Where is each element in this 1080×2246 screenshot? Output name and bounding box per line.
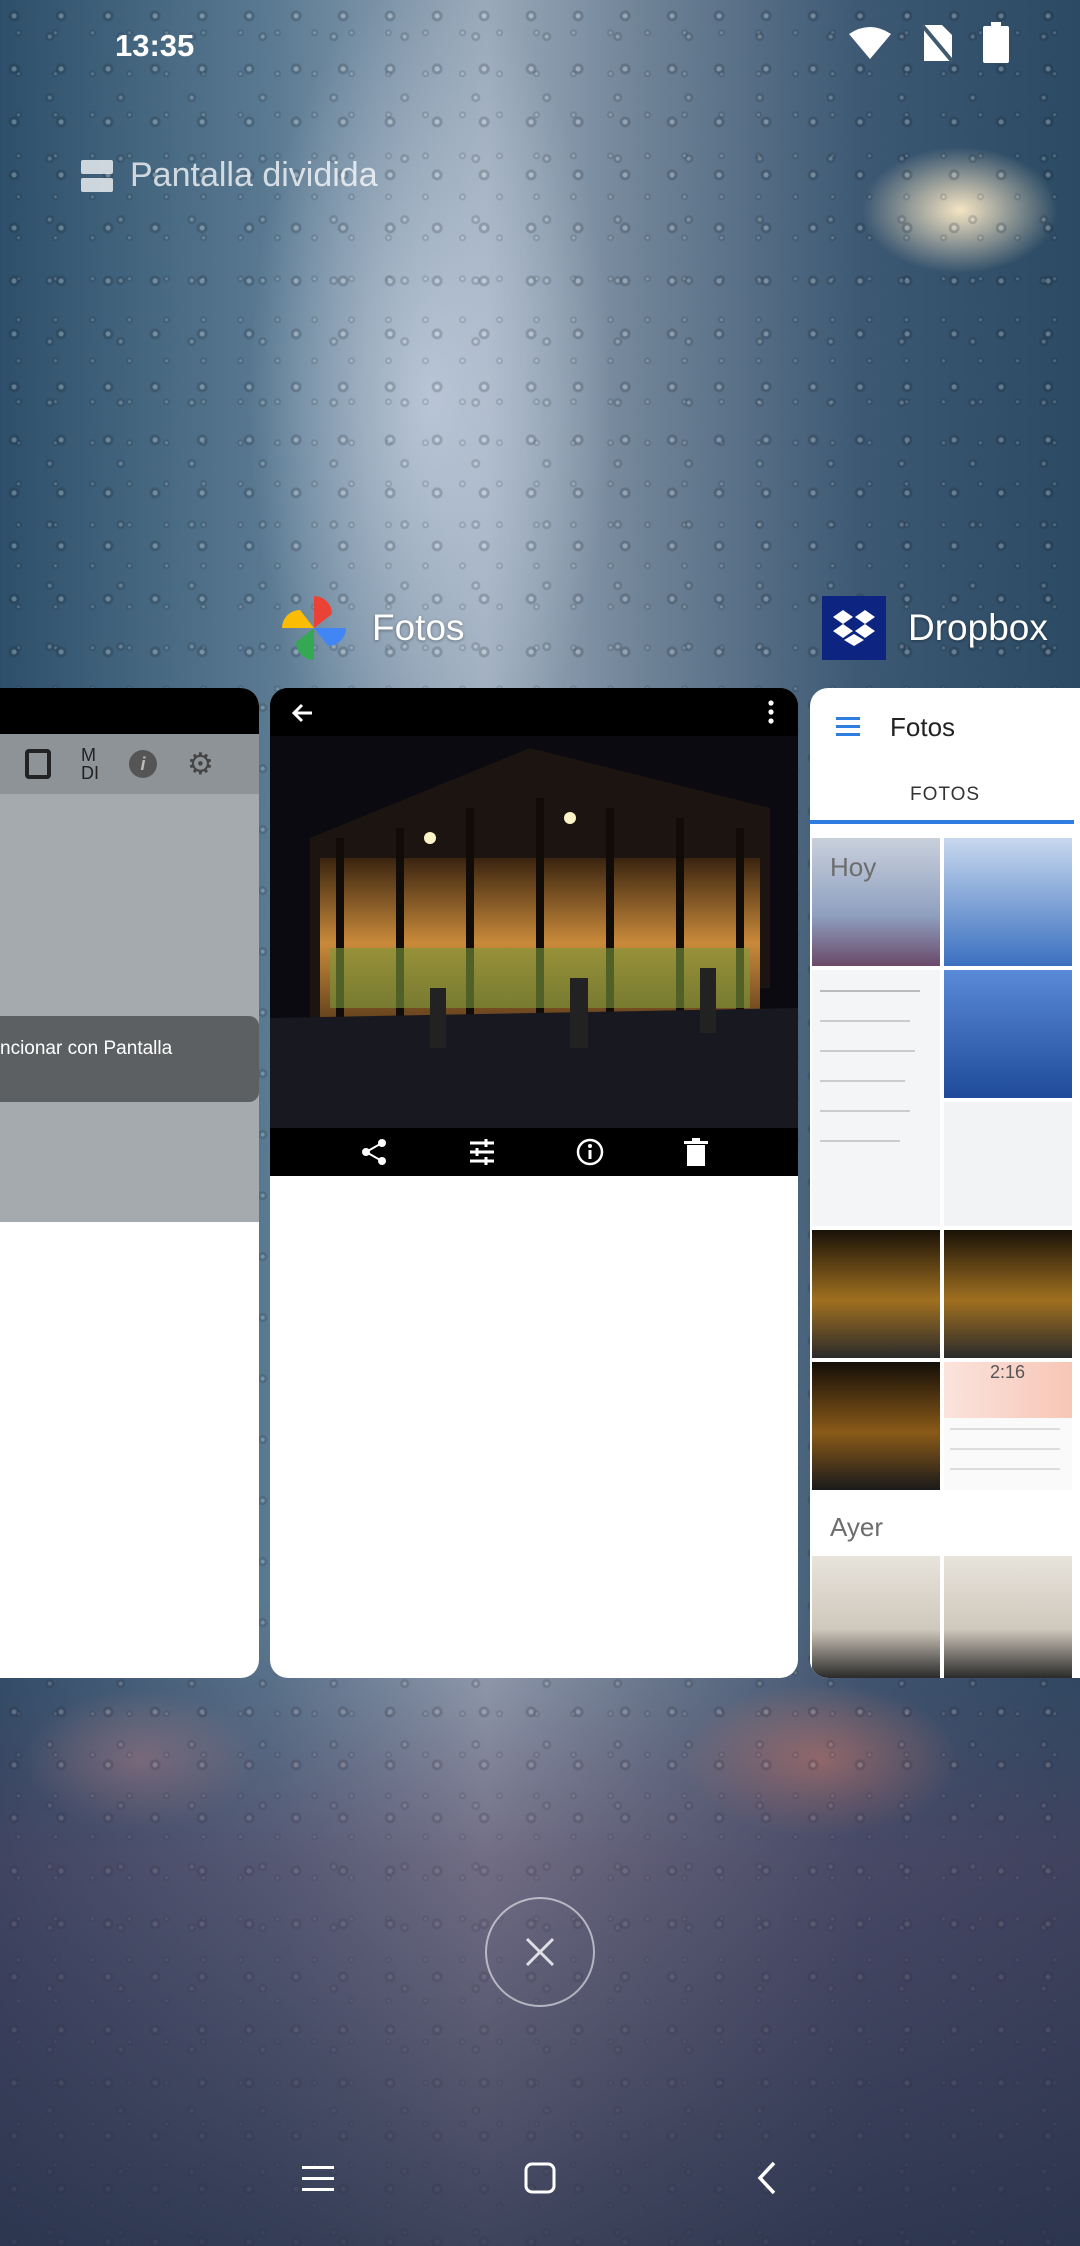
status-icons (848, 22, 1010, 64)
section-ayer: Ayer (830, 1512, 883, 1542)
photo-market-night (270, 688, 798, 1176)
recent-app-card-dropbox[interactable]: Fotos FOTOS Hoy 2:16 Ayer (810, 688, 1080, 1678)
delete-icon[interactable] (684, 1138, 708, 1166)
dropbox-header: Fotos (810, 688, 1080, 766)
status-time: 13:35 (115, 28, 195, 63)
back-icon[interactable] (756, 2160, 778, 2201)
google-photos-icon (282, 596, 346, 660)
split-screen-icon (81, 159, 113, 192)
left-card-toolbar-text: M DI (81, 745, 99, 783)
photo-appbar (270, 688, 798, 736)
more-vert-icon[interactable] (768, 700, 774, 724)
recent-app-card-left[interactable]: M DI i ⚙ ncionar con Pantalla (0, 688, 259, 1678)
battery-icon (983, 22, 1009, 63)
dropbox-photo-grid: Hoy 2:16 Ayer (810, 838, 1080, 1678)
photo-actionbar (270, 1128, 798, 1176)
split-screen-label: Pantalla dividida (130, 156, 378, 194)
navigation-bar (0, 2156, 1080, 2206)
info-icon[interactable] (576, 1138, 604, 1166)
back-arrow-icon[interactable] (292, 702, 314, 724)
thumb-screenshot-1[interactable] (944, 838, 1072, 966)
close-icon (525, 1937, 555, 1967)
thumb-screenshot-3[interactable] (944, 1102, 1072, 1226)
thumb-storage-screenshot[interactable]: 2:16 (944, 1362, 1072, 1490)
dropbox-title: Fotos (890, 711, 956, 742)
no-sim-icon (920, 23, 954, 63)
close-all-button[interactable] (485, 1897, 595, 2007)
split-screen-button[interactable]: Pantalla dividida (80, 156, 378, 195)
thumb-people-2[interactable] (944, 1556, 1072, 1678)
app-name-dropbox: Dropbox (908, 607, 1048, 648)
thumb-building-1[interactable] (812, 1230, 940, 1358)
home-icon[interactable] (524, 2162, 556, 2199)
left-card-toolbar: M DI i ⚙ (0, 734, 259, 794)
app-label-dropbox[interactable]: Dropbox (822, 596, 1048, 660)
thumb-screenshot-2[interactable] (944, 970, 1072, 1098)
tablet-icon (25, 749, 51, 779)
recent-app-card-fotos[interactable] (270, 688, 798, 1678)
thumb-settings-screenshot[interactable] (812, 970, 940, 1226)
clock-text: 2:16 (990, 1362, 1026, 1382)
thumb-building-3[interactable] (812, 1362, 940, 1490)
menu-icon[interactable] (302, 2164, 334, 2199)
gear-icon: ⚙ (187, 747, 214, 781)
thumb-building-2[interactable] (944, 1230, 1072, 1358)
app-name-fotos: Fotos (372, 607, 465, 648)
thumb-people-1[interactable] (812, 1556, 940, 1678)
left-card-content: ncionar con Pantalla (0, 794, 259, 1222)
hamburger-menu-icon[interactable] (836, 717, 860, 737)
left-card-toast: ncionar con Pantalla (0, 1016, 259, 1102)
wifi-icon (849, 27, 891, 59)
share-icon[interactable] (360, 1138, 388, 1166)
dropbox-icon (822, 596, 886, 660)
info-icon: i (129, 750, 157, 778)
section-hoy: Hoy (830, 852, 877, 882)
app-label-fotos[interactable]: Fotos (278, 592, 465, 664)
tab-fotos[interactable]: FOTOS (810, 766, 1074, 824)
left-card-statusbar (0, 688, 259, 734)
edit-sliders-icon[interactable] (468, 1139, 496, 1165)
